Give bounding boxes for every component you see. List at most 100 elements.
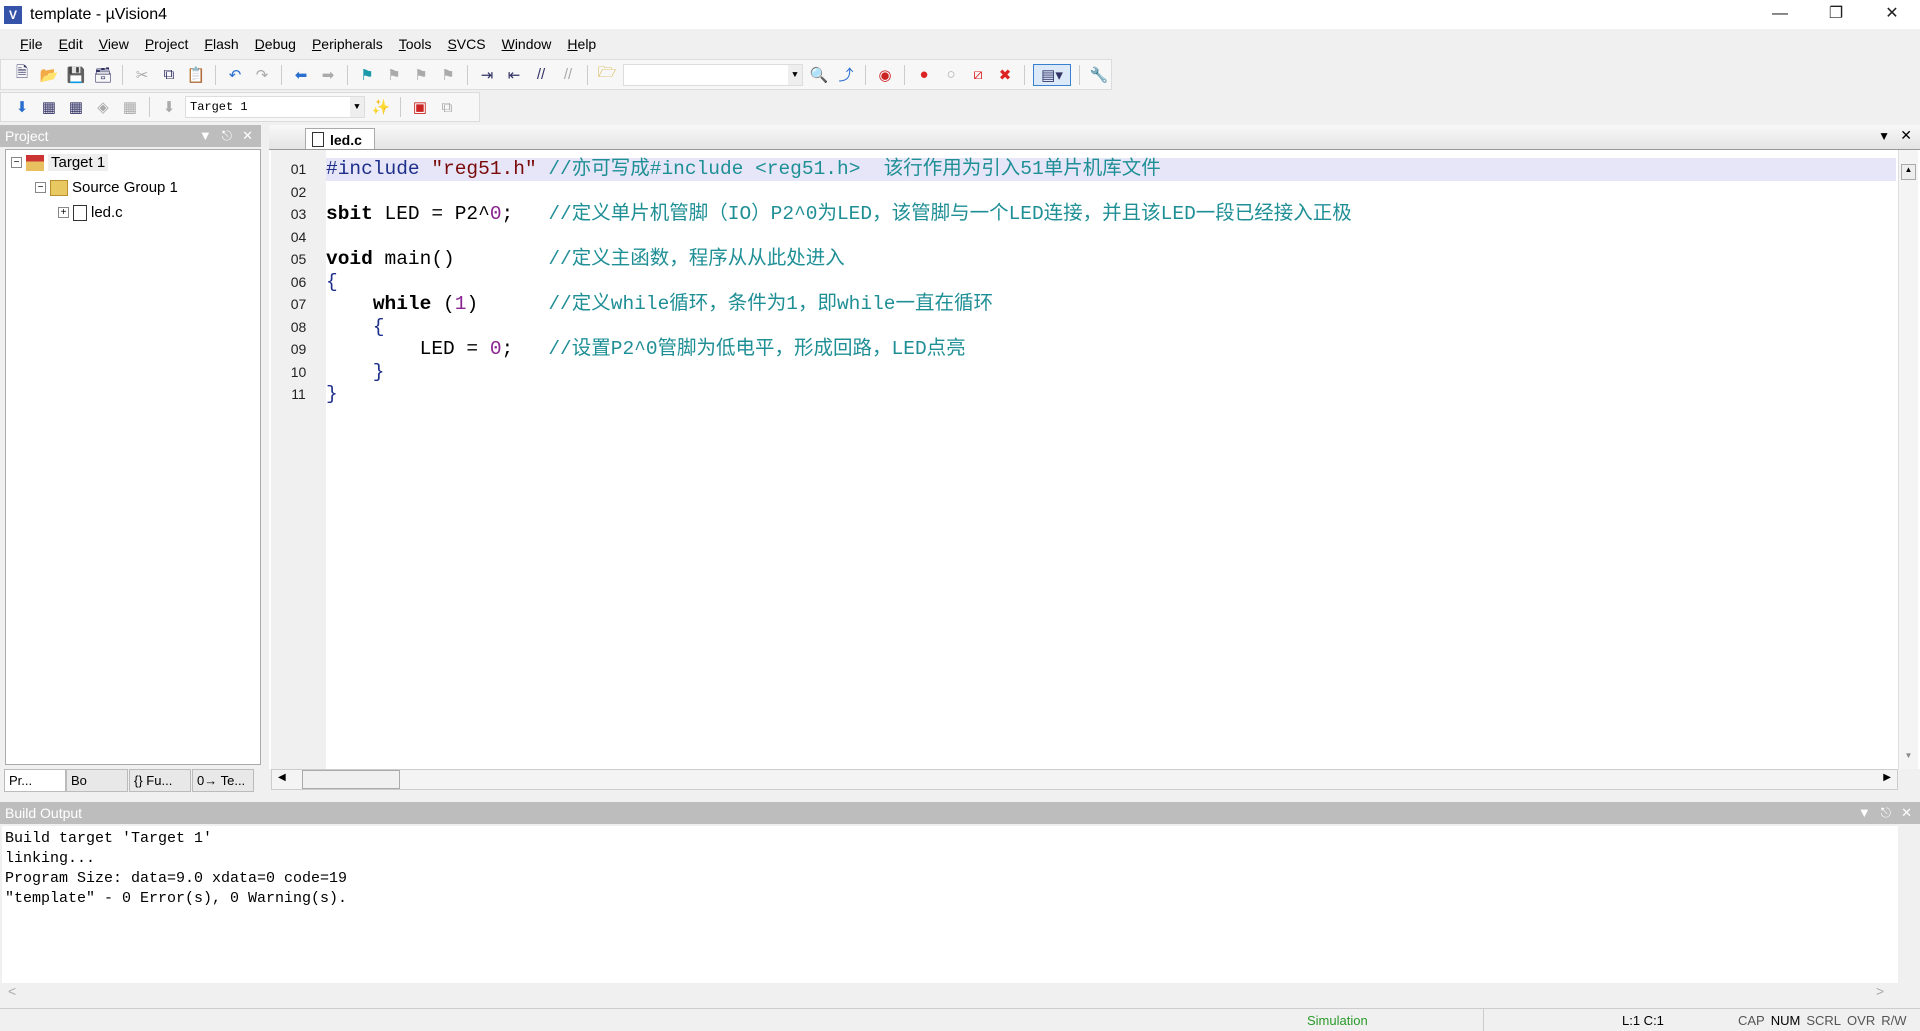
code-line[interactable]: sbit LED = P2^0; //定义单片机管脚（IO）P2^0为LED，该…: [326, 203, 1896, 226]
project-tab-3[interactable]: 0→ Te...: [192, 769, 254, 792]
code-line[interactable]: LED = 0; //设置P2^0管脚为低电平，形成回路，LED点亮: [326, 338, 1896, 361]
build-icon[interactable]: ▦: [38, 96, 60, 118]
menu-svcs[interactable]: SVCS: [439, 36, 493, 52]
menu-view[interactable]: View: [91, 36, 137, 52]
project-tab-0[interactable]: Pr...: [4, 769, 66, 792]
clear-bookmarks-icon[interactable]: ⚑: [437, 64, 459, 86]
save-icon[interactable]: 💾: [65, 64, 87, 86]
menu-project[interactable]: Project: [137, 36, 197, 52]
stop-build-icon[interactable]: ▦: [119, 96, 141, 118]
code-line[interactable]: [326, 181, 1896, 204]
expand-icon[interactable]: +: [58, 207, 69, 218]
code-line[interactable]: {: [326, 316, 1896, 339]
tree-item-source-group[interactable]: − Source Group 1: [35, 179, 178, 196]
kill-all-breakpoints-icon[interactable]: ✖: [994, 64, 1016, 86]
find-in-files-icon[interactable]: 🗁: [596, 64, 618, 86]
restore-icon[interactable]: ❐: [1808, 0, 1864, 29]
copy-icon[interactable]: ⧉: [158, 64, 180, 86]
navigate-forward-icon[interactable]: ➡: [317, 64, 339, 86]
collapse-icon[interactable]: −: [11, 157, 22, 168]
code-line[interactable]: while (1) //定义while循环，条件为1，即while一直在循环: [326, 293, 1896, 316]
menu-tools[interactable]: Tools: [391, 36, 440, 52]
tab-led-c[interactable]: led.c: [305, 128, 375, 150]
project-tab-2[interactable]: {} Fu...: [129, 769, 191, 792]
scroll-thumb[interactable]: [302, 770, 400, 789]
redo-icon[interactable]: ↷: [251, 64, 273, 86]
disable-all-breakpoints-icon[interactable]: ⧄: [967, 64, 989, 86]
code-line[interactable]: {: [326, 271, 1896, 294]
configure-wrench-icon[interactable]: 🔧: [1088, 64, 1110, 86]
scroll-left-icon[interactable]: ◀: [278, 772, 286, 783]
tree-item-file[interactable]: + led.c: [58, 204, 123, 221]
unindent-icon[interactable]: ⇤: [503, 64, 525, 86]
undo-icon[interactable]: ↶: [224, 64, 246, 86]
disable-breakpoint-icon[interactable]: ○: [940, 64, 962, 86]
target-select[interactable]: Target 1 ▼: [185, 96, 365, 118]
download-load-icon[interactable]: ⬇: [158, 96, 180, 118]
close-icon[interactable]: ✕: [242, 128, 253, 144]
translate-icon[interactable]: ⬇: [11, 96, 33, 118]
prev-bookmark-icon[interactable]: ⚑: [383, 64, 405, 86]
scroll-down-icon[interactable]: ▼: [1901, 751, 1916, 767]
pin-icon[interactable]: ⎋: [222, 128, 232, 144]
collapse-icon[interactable]: −: [35, 182, 46, 193]
scroll-right-icon[interactable]: ▶: [1883, 772, 1891, 783]
window-layout-icon[interactable]: ▤▾: [1033, 63, 1071, 86]
dropdown-icon[interactable]: ▼: [1858, 805, 1871, 821]
code-token: ): [466, 293, 549, 315]
menu-debug[interactable]: Debug: [247, 36, 304, 52]
manage-components-icon[interactable]: ▣: [409, 96, 431, 118]
target-options-icon[interactable]: ✨: [370, 96, 392, 118]
menu-help[interactable]: Help: [559, 36, 604, 52]
breakpoint-icon[interactable]: ●: [913, 64, 935, 86]
project-tab-1[interactable]: Bo: [66, 769, 128, 792]
chevron-down-icon[interactable]: ▼: [350, 97, 364, 117]
bookmark-icon[interactable]: ⚑: [356, 64, 378, 86]
menu-window[interactable]: Window: [494, 36, 560, 52]
dropdown-icon[interactable]: ▼: [1878, 129, 1890, 143]
dropdown-icon[interactable]: ▼: [199, 128, 212, 144]
incremental-find-icon[interactable]: ⤴: [835, 64, 857, 86]
scroll-up-icon[interactable]: ▲: [1901, 164, 1916, 180]
code-line[interactable]: #include "reg51.h" //亦可写成#include <reg51…: [326, 158, 1896, 181]
uncomment-icon[interactable]: //: [557, 64, 579, 86]
select-packs-icon[interactable]: ⧉: [436, 96, 458, 118]
indent-icon[interactable]: ⇥: [476, 64, 498, 86]
find-combo[interactable]: ▼: [623, 63, 803, 86]
code-line[interactable]: }: [326, 361, 1896, 384]
code-line[interactable]: }: [326, 383, 1896, 406]
rebuild-icon[interactable]: ▦: [65, 96, 87, 118]
horizontal-scrollbar[interactable]: ◀ ▶: [271, 769, 1898, 790]
close-icon[interactable]: ✕: [1901, 805, 1912, 821]
find-icon[interactable]: 🔍: [808, 64, 830, 86]
code-line[interactable]: [326, 226, 1896, 249]
menu-peripherals[interactable]: Peripherals: [304, 36, 391, 52]
menu-file[interactable]: File: [12, 36, 51, 52]
scroll-right-icon[interactable]: >: [1876, 983, 1884, 999]
code-line[interactable]: void main() //定义主函数，程序从从此处进入: [326, 248, 1896, 271]
vertical-scrollbar[interactable]: ▲ ▼: [1898, 150, 1918, 769]
debug-session-icon[interactable]: ◉: [874, 64, 896, 86]
save-all-icon[interactable]: 🗃: [92, 64, 114, 86]
minimize-icon[interactable]: —: [1752, 0, 1808, 29]
new-file-icon[interactable]: 🗎: [11, 64, 33, 86]
tree-item-target[interactable]: − Target 1: [11, 154, 109, 171]
comment-icon[interactable]: //: [530, 64, 552, 86]
menu-edit[interactable]: Edit: [51, 36, 91, 52]
scroll-left-icon[interactable]: <: [8, 983, 16, 999]
paste-icon[interactable]: 📋: [185, 64, 207, 86]
output-horizontal-scrollbar[interactable]: < >: [2, 983, 1898, 1003]
navigate-back-icon[interactable]: ⬅: [290, 64, 312, 86]
code-token: }: [326, 360, 385, 383]
close-icon[interactable]: ✕: [1900, 127, 1912, 144]
close-icon[interactable]: ✕: [1864, 0, 1920, 29]
next-bookmark-icon[interactable]: ⚑: [410, 64, 432, 86]
pin-icon[interactable]: ⎋: [1881, 805, 1891, 821]
code-editor[interactable]: 01 02 03 04 05 06 07 08 09 10 11 #include "reg51.h…: [269, 149, 1920, 769]
open-icon[interactable]: 📂: [38, 64, 60, 86]
batch-build-icon[interactable]: ◈: [92, 96, 114, 118]
cut-icon[interactable]: ✂: [131, 64, 153, 86]
build-output-text[interactable]: Build target 'Target 1' linking... Program…: [2, 826, 1898, 983]
chevron-down-icon[interactable]: ▼: [788, 64, 802, 85]
menu-flash[interactable]: Flash: [196, 36, 246, 52]
